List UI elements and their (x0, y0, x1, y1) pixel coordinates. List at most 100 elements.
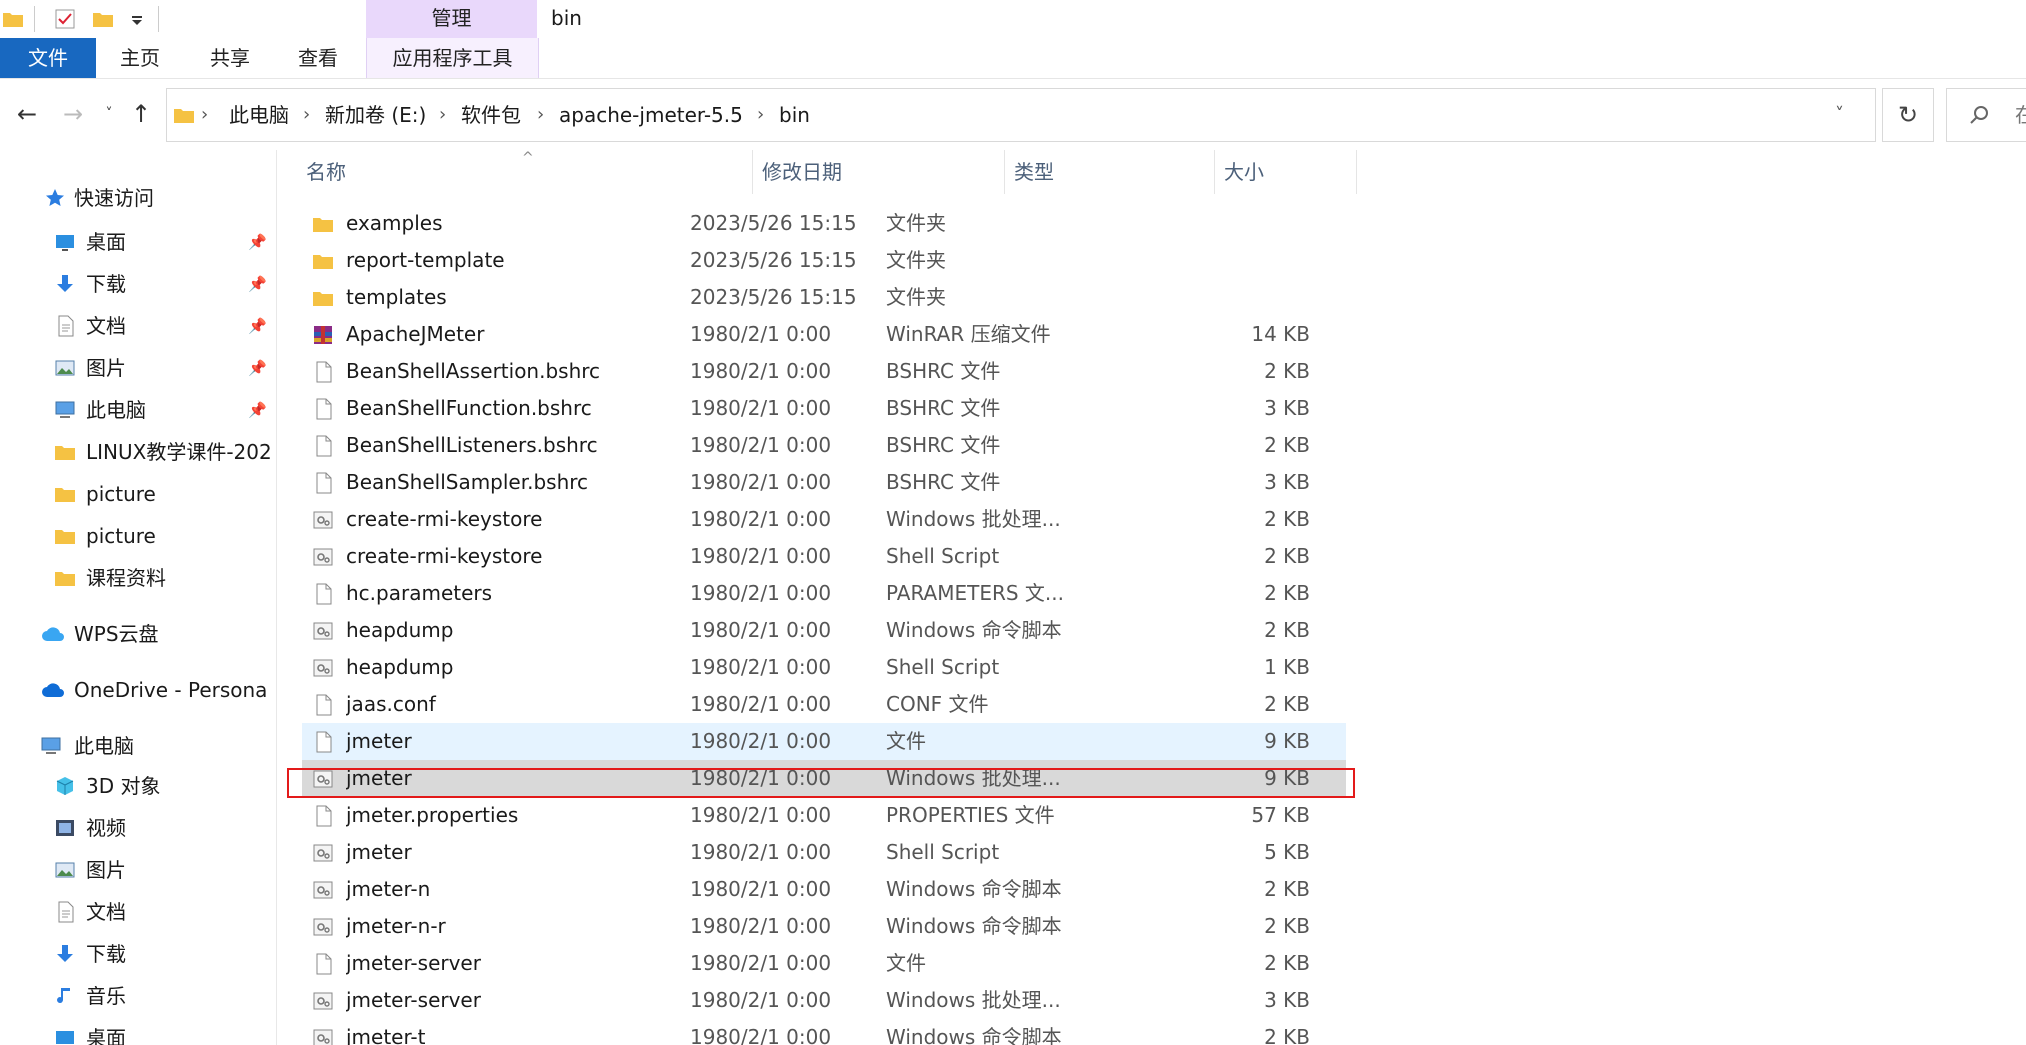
folder-icon (313, 218, 333, 232)
file-type: 文件 (886, 951, 926, 975)
sidebar-item-pc[interactable]: 音乐 (54, 978, 276, 1014)
file-date: 1980/2/1 0:00 (690, 692, 832, 716)
file-row[interactable]: jmeter.properties 1980/2/1 0:00 PROPERTIES… (302, 797, 1346, 834)
title-bar (0, 0, 2026, 38)
file-date: 2023/5/26 15:15 (690, 285, 857, 309)
sidebar-item-pc[interactable]: 文档 (54, 894, 276, 930)
sidebar-item-this-pc[interactable]: 此电脑 (40, 728, 134, 764)
back-button[interactable]: ← (12, 94, 42, 134)
properties-icon[interactable] (54, 8, 76, 30)
file-size: 57 KB (1251, 803, 1310, 827)
file-name: hc.parameters (346, 581, 493, 605)
tab-file[interactable]: 文件 (0, 38, 96, 78)
sidebar-item-label: 视频 (86, 816, 126, 840)
breadcrumb-jmeter[interactable]: apache-jmeter-5.5 (559, 89, 743, 141)
column-divider[interactable] (752, 150, 753, 194)
sidebar-item-onedrive[interactable]: OneDrive - Persona (40, 672, 267, 708)
file-row[interactable]: jmeter-server 1980/2/1 0:00 Windows 批处理...… (302, 982, 1346, 1019)
address-bar[interactable]: › 此电脑 › 新加卷 (E:) › 软件包 › apache-jmeter-5… (166, 88, 1876, 142)
sidebar-item-pc[interactable]: 图片 (54, 852, 276, 888)
address-dropdown-icon[interactable]: ˅ (1835, 89, 1844, 141)
sidebar-item-quick[interactable]: 文档 (54, 308, 276, 344)
file-name: heapdump (346, 618, 454, 642)
file-row[interactable]: jaas.conf 1980/2/1 0:00 CONF 文件 2 KB (302, 686, 1346, 723)
sidebar-item-quick[interactable]: LINUX教学课件-202 (54, 434, 276, 470)
script-file-icon (313, 511, 333, 529)
file-icon (316, 435, 332, 457)
breadcrumb-software[interactable]: 软件包 (461, 89, 521, 141)
column-divider[interactable] (1004, 150, 1005, 194)
sidebar-item-quick[interactable]: 课程资料 (54, 560, 276, 596)
breadcrumb-this-pc[interactable]: 此电脑 (229, 89, 289, 141)
file-size (1182, 242, 1310, 279)
file-type: Windows 命令脚本 (886, 914, 1062, 938)
file-row[interactable]: jmeter 1980/2/1 0:00 Shell Script 5 KB (302, 834, 1346, 871)
file-row[interactable]: ApacheJMeter 1980/2/1 0:00 WinRAR 压缩文件 14 K… (302, 316, 1346, 353)
new-folder-icon[interactable] (92, 8, 114, 30)
file-row[interactable]: jmeter-t 1980/2/1 0:00 Windows 命令脚本 2 KB (302, 1019, 1346, 1045)
sidebar-item-pc[interactable]: 桌面 (54, 1020, 276, 1045)
column-header-size[interactable]: 大小 (1224, 150, 1264, 194)
file-date: 1980/2/1 0:00 (690, 914, 832, 938)
sidebar-item-pc[interactable]: 下载 (54, 936, 276, 972)
file-row[interactable]: heapdump 1980/2/1 0:00 Windows 命令脚本 2 KB (302, 612, 1346, 649)
tab-share[interactable]: 共享 (196, 38, 264, 78)
file-row[interactable]: BeanShellFunction.bshrc 1980/2/1 0:00 BSHR… (302, 390, 1346, 427)
folder-icon (313, 255, 333, 269)
file-row[interactable]: create-rmi-keystore 1980/2/1 0:00 Windows … (302, 501, 1346, 538)
search-input[interactable]: 在 (1946, 88, 2026, 142)
sidebar-item-wps[interactable]: WPS云盘 (40, 616, 159, 652)
navigation-pane: 快速访问 桌面 📌 下载 📌 文档 📌 图片 📌 此电脑 📌 LINUX教学课件-202 pictur… (0, 150, 277, 1045)
sidebar-item-quick[interactable]: picture (54, 476, 276, 512)
recent-locations-button[interactable]: ˅ (94, 94, 124, 134)
sidebar-item-quick[interactable]: picture (54, 518, 276, 554)
sidebar-item-quick[interactable]: 图片 (54, 350, 276, 386)
breadcrumb-drive[interactable]: 新加卷 (E:) (325, 89, 426, 141)
file-name: jmeter (346, 729, 412, 753)
file-row[interactable]: jmeter-server 1980/2/1 0:00 文件 2 KB (302, 945, 1346, 982)
tab-home[interactable]: 主页 (106, 38, 174, 78)
file-row[interactable]: BeanShellAssertion.bshrc 1980/2/1 0:00 BSH… (302, 353, 1346, 390)
file-date: 1980/2/1 0:00 (690, 877, 832, 901)
file-type: BSHRC 文件 (886, 396, 1001, 420)
file-icon (316, 731, 332, 753)
refresh-button[interactable]: ↻ (1882, 88, 1934, 142)
column-header-date[interactable]: 修改日期 (762, 150, 842, 194)
file-row[interactable]: BeanShellSampler.bshrc 1980/2/1 0:00 BSHRC… (302, 464, 1346, 501)
file-row[interactable]: heapdump 1980/2/1 0:00 Shell Script 1 KB (302, 649, 1346, 686)
chevron-down-icon[interactable] (126, 8, 148, 30)
sidebar-item-quick[interactable]: 此电脑 (54, 392, 276, 428)
file-row[interactable]: jmeter-n 1980/2/1 0:00 Windows 命令脚本 2 KB (302, 871, 1346, 908)
sidebar-item-label: 快速访问 (74, 186, 154, 210)
divider (34, 6, 35, 32)
pin-icon: 📌 (248, 233, 267, 251)
file-row[interactable]: jmeter 1980/2/1 0:00 文件 9 KB (302, 723, 1346, 760)
tab-view[interactable]: 查看 (284, 38, 352, 78)
file-type: 文件夹 (886, 211, 946, 235)
tab-application-tools[interactable]: 应用程序工具 (366, 38, 539, 78)
file-row[interactable]: hc.parameters 1980/2/1 0:00 PARAMETERS 文..… (302, 575, 1346, 612)
file-row[interactable]: templates 2023/5/26 15:15 文件夹 (302, 279, 1346, 316)
sidebar-item-pc[interactable]: 3D 对象 (54, 768, 276, 804)
sidebar-item-quick[interactable]: 桌面 (54, 224, 276, 260)
column-header-type[interactable]: 类型 (1014, 150, 1054, 194)
file-date: 1980/2/1 0:00 (690, 840, 832, 864)
column-header-name[interactable]: 名称 (306, 150, 346, 194)
column-divider[interactable] (1214, 150, 1215, 194)
file-name: create-rmi-keystore (346, 544, 543, 568)
column-divider[interactable] (1356, 150, 1357, 194)
sidebar-item-quick[interactable]: 下载 (54, 266, 276, 302)
sidebar-item-pc[interactable]: 视频 (54, 810, 276, 846)
file-size: 2 KB (1264, 359, 1310, 383)
file-row[interactable]: create-rmi-keystore 1980/2/1 0:00 Shell Sc… (302, 538, 1346, 575)
forward-button[interactable]: → (58, 94, 88, 134)
breadcrumb-bin[interactable]: bin (779, 89, 810, 141)
file-row[interactable]: BeanShellListeners.bshrc 1980/2/1 0:00 BSH… (302, 427, 1346, 464)
file-name: jaas.conf (346, 692, 436, 716)
sidebar-item-quick-access[interactable]: 快速访问 (44, 180, 154, 216)
folder-icon[interactable] (2, 8, 24, 30)
file-row[interactable]: report-template 2023/5/26 15:15 文件夹 (302, 242, 1346, 279)
file-row[interactable]: examples 2023/5/26 15:15 文件夹 (302, 205, 1346, 242)
file-row[interactable]: jmeter-n-r 1980/2/1 0:00 Windows 命令脚本 2 KB (302, 908, 1346, 945)
up-button[interactable]: ↑ (126, 94, 156, 134)
